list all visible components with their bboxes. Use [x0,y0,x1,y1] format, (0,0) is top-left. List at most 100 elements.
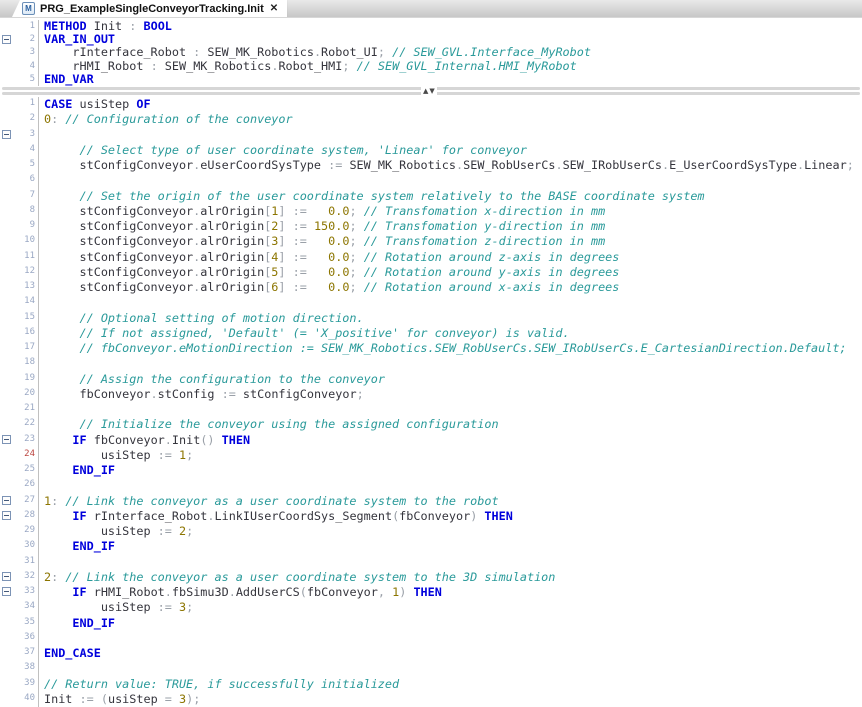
collapse-minus-icon[interactable] [2,572,11,581]
code-text[interactable]: END_IF [39,616,862,631]
code-token [286,250,293,264]
code-text[interactable] [39,356,862,371]
code-token [87,433,94,447]
fold-collapse-icon[interactable] [0,33,16,46]
code-text[interactable] [39,478,862,493]
fold-gutter [0,250,16,265]
code-token: CASE [44,97,72,111]
code-text[interactable]: CASE usiStep OF [39,97,862,112]
code-text[interactable]: stConfigConveyor.eUserCoordSysType := SE… [39,158,862,173]
code-text[interactable]: // If not assigned, 'Default' (= 'X_posi… [39,326,862,341]
code-token: rInterface_Robot [94,509,208,523]
expand-down-icon[interactable]: ▼ [429,86,434,97]
code-text[interactable]: // Set the origin of the user coordinate… [39,189,862,204]
collapse-minus-icon[interactable] [2,35,11,44]
code-token: ; [186,600,193,614]
code-text[interactable] [39,128,862,143]
code-text[interactable]: Init := (usiStep = 3); [39,692,862,707]
code-text[interactable]: 2: // Link the conveyor as a user coordi… [39,570,862,585]
code-text[interactable]: stConfigConveyor.alrOrigin[1] := 0.0; //… [39,204,862,219]
code-text[interactable]: stConfigConveyor.alrOrigin[2] := 150.0; … [39,219,862,234]
code-token: // Assign the configuration to the conve… [80,372,385,386]
code-text[interactable]: 0: // Configuration of the conveyor [39,112,862,127]
code-text[interactable]: 1: // Link the conveyor as a user coordi… [39,494,862,509]
code-token: : [80,692,87,706]
code-token: stConfigConveyor [80,280,194,294]
code-token [44,326,80,340]
collapse-minus-icon[interactable] [2,435,11,444]
line-number: 18 [16,356,39,371]
collapse-minus-icon[interactable] [2,511,11,520]
code-text[interactable]: END_IF [39,463,862,478]
collapse-minus-icon[interactable] [2,587,11,596]
code-token [44,189,80,203]
code-text[interactable]: stConfigConveyor.alrOrigin[6] := 0.0; //… [39,280,862,295]
code-token: usiStep [108,692,158,706]
fold-collapse-icon[interactable] [0,509,16,524]
code-text[interactable]: stConfigConveyor.alrOrigin[4] := 0.0; //… [39,250,862,265]
splitter-handle[interactable]: ▲ ▼ [421,86,437,97]
code-text[interactable]: IF rHMI_Robot.fbSimu3D.AddUserCS(fbConve… [39,585,862,600]
tab-close-icon[interactable]: ✕ [269,4,279,14]
code-text[interactable]: IF fbConveyor.Init() THEN [39,433,862,448]
pane-splitter[interactable]: ▲ ▼ [0,86,862,97]
code-text[interactable]: fbConveyor.stConfig := stConfigConveyor; [39,387,862,402]
code-token [72,97,79,111]
code-token [357,280,364,294]
code-token: alrOrigin [200,265,264,279]
fold-collapse-icon[interactable] [0,494,16,509]
code-text[interactable]: rHMI_Robot : SEW_MK_Robotics.Robot_HMI; … [39,60,862,73]
line-number: 37 [16,646,39,661]
fold-collapse-icon[interactable] [0,585,16,600]
code-token: ; [349,280,356,294]
fold-gutter [0,97,16,112]
fold-collapse-icon[interactable] [0,570,16,585]
code-text[interactable]: // fbConveyor.eMotionDirection := SEW_MK… [39,341,862,356]
code-text[interactable]: VAR_IN_OUT [39,33,862,46]
code-line: 3 [0,128,862,143]
code-text[interactable] [39,661,862,676]
code-text[interactable]: usiStep := 1; [39,448,862,463]
code-line: 40Init := (usiStep = 3); [0,692,862,707]
code-token: // Select type of user coordinate system… [80,143,527,157]
code-text[interactable]: stConfigConveyor.alrOrigin[5] := 0.0; //… [39,265,862,280]
collapse-minus-icon[interactable] [2,130,11,139]
code-text[interactable]: rInterface_Robot : SEW_MK_Robotics.Robot… [39,46,862,59]
code-text[interactable]: END_IF [39,539,862,554]
code-token: . [151,387,158,401]
code-text[interactable]: // Assign the configuration to the conve… [39,372,862,387]
code-text[interactable]: usiStep := 2; [39,524,862,539]
code-text[interactable]: stConfigConveyor.alrOrigin[3] := 0.0; //… [39,234,862,249]
code-text[interactable]: // Return value: TRUE, if successfully i… [39,677,862,692]
line-number: 21 [16,402,39,417]
collapse-minus-icon[interactable] [2,496,11,505]
expand-up-icon[interactable]: ▲ [423,86,428,97]
code-text[interactable] [39,402,862,417]
code-text[interactable]: // Select type of user coordinate system… [39,143,862,158]
fold-gutter [0,402,16,417]
code-token [236,387,243,401]
code-text[interactable]: // Initialize the conveyor using the ass… [39,417,862,432]
code-text[interactable] [39,173,862,188]
fold-collapse-icon[interactable] [0,433,16,448]
code-token [215,433,222,447]
code-text[interactable] [39,555,862,570]
implementation-editor[interactable]: 1CASE usiStep OF20: // Configuration of … [0,97,862,707]
code-token: // Configuration of the conveyor [65,112,292,126]
fold-collapse-icon[interactable] [0,128,16,143]
declaration-editor[interactable]: 1METHOD Init : BOOL2VAR_IN_OUT3 rInterfa… [0,18,862,86]
code-text[interactable] [39,631,862,646]
code-text[interactable]: usiStep := 3; [39,600,862,615]
code-token [349,60,356,73]
code-text[interactable] [39,295,862,310]
code-text[interactable]: METHOD Init : BOOL [39,20,862,33]
code-text[interactable]: END_CASE [39,646,862,661]
code-text[interactable]: END_VAR [39,73,862,86]
code-text[interactable]: // Optional setting of motion direction. [39,311,862,326]
tab-active[interactable]: M PRG_ExampleSingleConveyorTracking.Init… [12,0,287,17]
code-text[interactable]: IF rInterface_Robot.LinkIUserCoordSys_Se… [39,509,862,524]
code-token: // Link the conveyor as a user coordinat… [65,570,555,584]
code-token: stConfigConveyor [80,250,194,264]
code-token: END_IF [72,539,115,553]
line-number: 3 [16,46,39,59]
